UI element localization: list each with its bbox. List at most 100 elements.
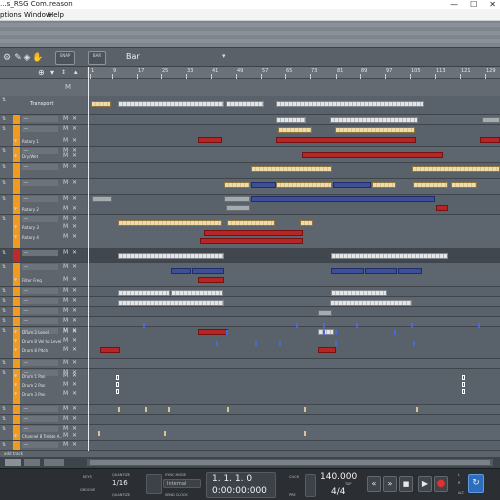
- track-color-swatch[interactable]: [13, 163, 20, 178]
- clip[interactable]: [171, 290, 223, 296]
- mute-button[interactable]: M: [63, 425, 68, 432]
- mute-button[interactable]: M: [63, 297, 68, 304]
- clip[interactable]: [398, 268, 422, 274]
- note-marker[interactable]: [116, 389, 119, 394]
- automation-icon[interactable]: ⇅: [2, 164, 6, 170]
- device-name-field[interactable]: —: [22, 318, 58, 324]
- clip[interactable]: [100, 347, 120, 353]
- timeline-ruler[interactable]: 1 9 17 25 33 41 49 57 65 73 81 89 97 105 113 121 129: [87, 67, 500, 79]
- track-lane[interactable]: [87, 415, 500, 425]
- track-header[interactable]: ⇅ — M ✕ ▼ Drum 1 Pan M ✕ ▼ Drum 2 Pan M ✕ ▼ Drum 3 Pa…: [0, 369, 87, 405]
- note-marker[interactable]: [143, 323, 145, 328]
- device-name-field[interactable]: —: [22, 442, 58, 448]
- chevron-down-icon[interactable]: ▼: [14, 347, 17, 352]
- sync-mode-select[interactable]: Internal: [163, 479, 201, 488]
- mute-button[interactable]: M: [63, 441, 68, 448]
- device-name-field[interactable]: —: [22, 264, 58, 270]
- chevron-down-icon[interactable]: ▼: [14, 382, 17, 387]
- track-header[interactable]: ⇅ — M ✕: [0, 179, 87, 195]
- solo-button[interactable]: ✕: [72, 405, 77, 412]
- note-marker[interactable]: [416, 407, 418, 412]
- hand-tool-icon[interactable]: ✋: [31, 51, 45, 65]
- automation-icon[interactable]: ⇅: [2, 416, 6, 422]
- track-color-swatch[interactable]: [13, 359, 20, 368]
- solo-button[interactable]: ✕: [72, 125, 77, 132]
- clip[interactable]: [226, 205, 250, 211]
- note-marker[interactable]: [394, 330, 396, 335]
- automation-icon[interactable]: ⇅: [2, 126, 6, 132]
- device-name-field[interactable]: —: [22, 406, 58, 412]
- mute-button[interactable]: M: [63, 372, 68, 379]
- delete-lane-button[interactable]: ✕: [72, 432, 77, 439]
- device-name-field[interactable]: —: [22, 116, 58, 122]
- track-color-swatch[interactable]: [13, 179, 20, 194]
- note-marker[interactable]: [304, 407, 306, 412]
- clip[interactable]: [331, 290, 387, 296]
- delete-lane-button[interactable]: ✕: [72, 337, 77, 344]
- chevron-down-icon[interactable]: ▼: [14, 338, 17, 343]
- mute-button[interactable]: M: [63, 205, 68, 212]
- device-name-field[interactable]: —: [22, 126, 58, 132]
- mute-button[interactable]: M: [63, 346, 68, 353]
- track-lane[interactable]: [87, 307, 500, 317]
- loop-right-label[interactable]: R: [458, 481, 460, 485]
- delete-lane-button[interactable]: ✕: [72, 223, 77, 230]
- track-lane[interactable]: [87, 425, 500, 441]
- mute-button[interactable]: M: [63, 249, 68, 256]
- mute-button[interactable]: M: [63, 263, 68, 270]
- track-lane[interactable]: [87, 263, 500, 287]
- clip[interactable]: [251, 182, 276, 188]
- solo-button[interactable]: ✕: [72, 179, 77, 186]
- clip[interactable]: [118, 253, 224, 259]
- clip[interactable]: [276, 137, 416, 143]
- track-color-swatch[interactable]: [13, 307, 20, 316]
- solo-button[interactable]: ✕: [72, 249, 77, 256]
- automation-icon[interactable]: ⇅: [2, 406, 6, 412]
- note-marker[interactable]: [145, 407, 147, 412]
- chevron-down-icon[interactable]: ▼: [14, 153, 17, 158]
- note-marker[interactable]: [216, 341, 218, 346]
- delete-lane-button[interactable]: ✕: [72, 152, 77, 159]
- track-color-swatch[interactable]: [13, 287, 20, 296]
- solo-button[interactable]: ✕: [72, 441, 77, 448]
- note-marker[interactable]: [335, 330, 337, 335]
- minimize-button[interactable]: —: [450, 0, 458, 9]
- clip[interactable]: [335, 127, 415, 133]
- automation-icon[interactable]: ⇅: [2, 180, 6, 186]
- alt-label[interactable]: ALT: [458, 491, 464, 495]
- mute-button[interactable]: M: [63, 163, 68, 170]
- automation-icon[interactable]: ⇅: [2, 328, 6, 334]
- automation-icon[interactable]: ⇅: [2, 360, 6, 366]
- tempo-value[interactable]: 140.000: [320, 472, 357, 482]
- note-marker[interactable]: [227, 407, 229, 412]
- bar-position[interactable]: 1. 1. 1. 0: [212, 474, 252, 484]
- delete-lane-button[interactable]: ✕: [72, 381, 77, 388]
- clip[interactable]: [251, 166, 332, 172]
- mute-button[interactable]: M: [63, 152, 68, 159]
- mute-button[interactable]: M: [63, 115, 68, 122]
- track-header[interactable]: ⇅ — M ✕: [0, 307, 87, 317]
- delete-lane-button[interactable]: ✕: [72, 346, 77, 353]
- clip[interactable]: [333, 182, 371, 188]
- track-lane[interactable]: [87, 369, 500, 405]
- zoom-out-button[interactable]: [5, 459, 21, 466]
- device-name-field[interactable]: —: [22, 288, 58, 294]
- scroll-thumb[interactable]: [90, 460, 490, 465]
- clip[interactable]: [330, 117, 418, 123]
- mute-button[interactable]: M: [63, 307, 68, 314]
- track-lane[interactable]: [87, 327, 500, 359]
- clip[interactable]: [480, 137, 500, 143]
- device-name-field[interactable]: —: [22, 426, 58, 432]
- clip[interactable]: [192, 268, 224, 274]
- stop-button[interactable]: ■: [399, 476, 413, 492]
- click-level[interactable]: [305, 474, 316, 497]
- track-header[interactable]: ⇅ — M ✕ ▼ Filter Freq M ✕: [0, 263, 87, 287]
- note-marker[interactable]: [304, 431, 306, 436]
- clip[interactable]: [171, 268, 191, 274]
- mute-button[interactable]: M: [63, 432, 68, 439]
- precount-label[interactable]: PRE: [289, 493, 296, 497]
- device-name-field[interactable]: —: [22, 416, 58, 422]
- track-header[interactable]: ⇅ — M ✕: [0, 317, 87, 327]
- track-color-swatch[interactable]: [13, 317, 20, 326]
- chevron-down-icon[interactable]: ▼: [14, 433, 17, 438]
